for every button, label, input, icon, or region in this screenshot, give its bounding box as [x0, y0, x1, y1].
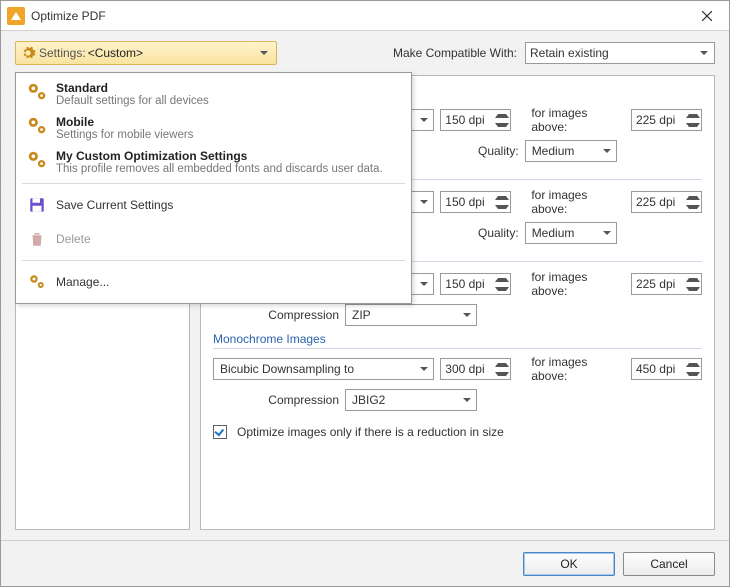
settings-label: Settings: — [39, 46, 86, 60]
titlebar: Optimize PDF — [1, 1, 729, 31]
dpi-above-input[interactable]: 450 dpi — [631, 358, 702, 380]
window-title: Optimize PDF — [31, 9, 684, 23]
for-images-label: for images above: — [531, 270, 625, 298]
save-icon — [26, 194, 48, 216]
caret-down-icon — [700, 51, 708, 55]
profile-name: My Custom Optimization Settings — [56, 149, 383, 163]
for-images-label: for images above: — [531, 188, 625, 216]
caret-down-icon — [463, 313, 471, 317]
caret-down-icon — [260, 51, 268, 55]
quality-label: Quality: — [478, 226, 519, 240]
profile-desc: Default settings for all devices — [56, 95, 209, 107]
profile-name: Standard — [56, 81, 209, 95]
app-icon — [7, 7, 25, 25]
quality-label: Quality: — [478, 144, 519, 158]
compression-row: Compression ZIP — [213, 304, 702, 326]
settings-dropdown-panel: Standard Default settings for all device… — [15, 72, 412, 304]
top-row: Settings: <Custom> Make Compatible With:… — [15, 41, 715, 65]
downsample-row: Bicubic Downsampling to 300 dpi for imag… — [213, 355, 702, 383]
optimize-pdf-dialog: Optimize PDF Settings: <Custom> Make Com… — [0, 0, 730, 587]
caret-down-icon — [420, 200, 428, 204]
settings-dropdown[interactable]: Settings: <Custom> — [15, 41, 277, 65]
dpi-above-input[interactable]: 225 dpi — [631, 191, 702, 213]
dpi-input[interactable]: 150 dpi — [440, 191, 511, 213]
compression-row: Compression JBIG2 — [213, 389, 702, 411]
optimize-only-checkbox[interactable] — [213, 425, 227, 439]
quality-select[interactable]: Medium — [525, 140, 617, 162]
caret-down-icon — [420, 367, 428, 371]
separator — [22, 183, 405, 184]
dialog-footer: OK Cancel — [1, 540, 729, 586]
dpi-above-input[interactable]: 225 dpi — [631, 273, 702, 295]
gears-icon — [26, 81, 48, 103]
profile-name: Mobile — [56, 115, 193, 129]
profile-standard[interactable]: Standard Default settings for all device… — [16, 77, 411, 111]
manage-cmd[interactable]: Manage... — [16, 265, 411, 299]
optimize-only-label: Optimize images only if there is a reduc… — [237, 425, 504, 439]
profile-mobile[interactable]: Mobile Settings for mobile viewers — [16, 111, 411, 145]
dpi-input[interactable]: 150 dpi — [440, 273, 511, 295]
gear-icon — [20, 45, 36, 61]
caret-down-icon — [420, 118, 428, 122]
save-settings-label: Save Current Settings — [56, 198, 173, 212]
compression-select[interactable]: ZIP — [345, 304, 477, 326]
delete-label: Delete — [56, 232, 91, 246]
caret-down-icon — [420, 282, 428, 286]
compression-label: Compression — [261, 308, 339, 322]
delete-cmd: Delete — [16, 222, 411, 256]
profile-custom[interactable]: My Custom Optimization Settings This pro… — [16, 145, 411, 179]
compression-select[interactable]: JBIG2 — [345, 389, 477, 411]
caret-down-icon — [463, 398, 471, 402]
separator — [22, 260, 405, 261]
close-button[interactable] — [684, 1, 729, 31]
ok-button[interactable]: OK — [523, 552, 615, 576]
manage-label: Manage... — [56, 275, 109, 289]
dpi-input[interactable]: 300 dpi — [440, 358, 511, 380]
compat-value: Retain existing — [530, 46, 609, 60]
for-images-label: for images above: — [531, 355, 625, 383]
quality-select[interactable]: Medium — [525, 222, 617, 244]
cancel-button[interactable]: Cancel — [623, 552, 715, 576]
save-settings-cmd[interactable]: Save Current Settings — [16, 188, 411, 222]
caret-down-icon — [603, 149, 611, 153]
dialog-body: Settings: <Custom> Make Compatible With:… — [1, 31, 729, 540]
dpi-above-input[interactable]: 225 dpi — [631, 109, 702, 131]
optimize-only-row: Optimize images only if there is a reduc… — [213, 425, 702, 439]
caret-down-icon — [603, 231, 611, 235]
gears-icon — [26, 149, 48, 171]
trash-icon — [26, 228, 48, 250]
compression-label: Compression — [261, 393, 339, 407]
gears-icon — [26, 115, 48, 137]
profile-desc: Settings for mobile viewers — [56, 129, 193, 141]
dpi-input[interactable]: 150 dpi — [440, 109, 511, 131]
compat-select[interactable]: Retain existing — [525, 42, 715, 64]
downsample-select[interactable]: Bicubic Downsampling to — [213, 358, 434, 380]
compat-label: Make Compatible With: — [393, 46, 517, 60]
settings-value: <Custom> — [88, 46, 260, 60]
gears-icon — [26, 271, 48, 293]
profile-desc: This profile removes all embedded fonts … — [56, 163, 383, 175]
for-images-label: for images above: — [531, 106, 625, 134]
section-monochrome: Monochrome Images — [213, 332, 702, 349]
